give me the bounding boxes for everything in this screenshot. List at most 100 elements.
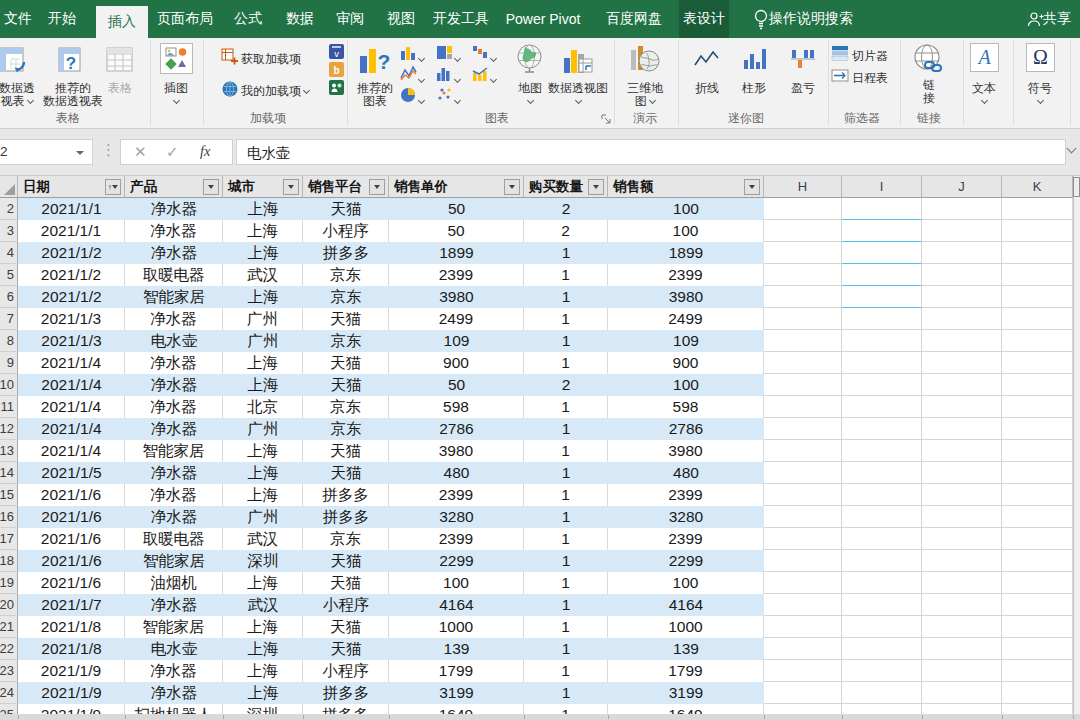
- cell[interactable]: 1: [524, 550, 608, 572]
- empty-cell[interactable]: [842, 682, 922, 704]
- cell[interactable]: 净水器: [125, 660, 223, 682]
- empty-cell[interactable]: [922, 528, 1002, 550]
- cell[interactable]: 天猫: [303, 572, 389, 594]
- cell[interactable]: 50: [389, 374, 524, 396]
- filter-button-销售额[interactable]: [744, 179, 760, 195]
- cell[interactable]: 上海: [223, 616, 303, 638]
- empty-cell[interactable]: [1002, 220, 1073, 242]
- cell[interactable]: 2021/1/3: [18, 330, 125, 352]
- cell[interactable]: 2299: [608, 550, 764, 572]
- cell[interactable]: 3280: [608, 506, 764, 528]
- cell[interactable]: 净水器: [125, 308, 223, 330]
- empty-cell[interactable]: [842, 418, 922, 440]
- bing-addin-icon[interactable]: b: [329, 62, 344, 81]
- empty-cell[interactable]: [764, 506, 842, 528]
- filter-button-购买数量[interactable]: [588, 179, 604, 195]
- empty-cell[interactable]: [922, 616, 1002, 638]
- cell[interactable]: 2021/1/6: [18, 484, 125, 506]
- link-button[interactable]: 链接: [917, 79, 941, 105]
- cell[interactable]: 上海: [223, 638, 303, 660]
- row-header-2[interactable]: 2: [0, 198, 18, 220]
- cell[interactable]: 109: [389, 330, 524, 352]
- filter-button-销售平台[interactable]: [369, 179, 385, 195]
- cell[interactable]: 480: [389, 462, 524, 484]
- cell[interactable]: 3199: [608, 682, 764, 704]
- cell[interactable]: 天猫: [303, 550, 389, 572]
- cell[interactable]: 2399: [608, 484, 764, 506]
- people-graph-addin-icon[interactable]: [329, 80, 344, 99]
- cell[interactable]: 2021/1/4: [18, 396, 125, 418]
- empty-cell[interactable]: [922, 198, 1002, 220]
- cell[interactable]: 小程序: [303, 594, 389, 616]
- insert-hierarchy-chart-icon[interactable]: [436, 44, 453, 65]
- empty-cell[interactable]: [764, 374, 842, 396]
- empty-cell[interactable]: [764, 550, 842, 572]
- empty-cell[interactable]: [842, 264, 922, 286]
- column-header-I[interactable]: I: [842, 176, 922, 198]
- symbols-button[interactable]: 符号: [1017, 82, 1063, 108]
- empty-cell[interactable]: [922, 506, 1002, 528]
- empty-cell[interactable]: [764, 264, 842, 286]
- cell[interactable]: 4164: [389, 594, 524, 616]
- empty-cell[interactable]: [842, 374, 922, 396]
- empty-cell[interactable]: [764, 660, 842, 682]
- empty-cell[interactable]: [922, 286, 1002, 308]
- cell[interactable]: 电水壶: [125, 638, 223, 660]
- empty-cell[interactable]: [922, 550, 1002, 572]
- cell[interactable]: 1: [524, 484, 608, 506]
- cell[interactable]: 净水器: [125, 396, 223, 418]
- empty-cell[interactable]: [1002, 506, 1073, 528]
- tab-Power Pivot[interactable]: Power Pivot: [499, 0, 587, 38]
- empty-cell[interactable]: [922, 352, 1002, 374]
- row-header-18[interactable]: 18: [0, 550, 18, 572]
- tab-开始[interactable]: 开始: [42, 0, 82, 38]
- name-box[interactable]: A2: [0, 139, 93, 165]
- cell[interactable]: 天猫: [303, 440, 389, 462]
- cell[interactable]: 2399: [608, 264, 764, 286]
- share-button[interactable]: 共享: [1042, 0, 1072, 38]
- cell[interactable]: 天猫: [303, 638, 389, 660]
- cell[interactable]: 拼多多: [303, 484, 389, 506]
- cell[interactable]: 598: [389, 396, 524, 418]
- tab-开发工具[interactable]: 开发工具: [429, 0, 493, 38]
- cell[interactable]: 3980: [608, 440, 764, 462]
- empty-cell[interactable]: [764, 594, 842, 616]
- empty-cell[interactable]: [922, 330, 1002, 352]
- empty-cell[interactable]: [842, 462, 922, 484]
- cell[interactable]: 小程序: [303, 220, 389, 242]
- empty-cell[interactable]: [764, 220, 842, 242]
- cell[interactable]: 上海: [223, 374, 303, 396]
- illustrations-button[interactable]: 插图: [153, 82, 199, 108]
- cell[interactable]: 京东: [303, 396, 389, 418]
- cell[interactable]: 天猫: [303, 198, 389, 220]
- cell[interactable]: 北京: [223, 396, 303, 418]
- empty-cell[interactable]: [764, 682, 842, 704]
- cell[interactable]: 净水器: [125, 594, 223, 616]
- name-box-dropdown-icon[interactable]: [76, 151, 84, 155]
- get-addins-button[interactable]: 获取加载项: [241, 51, 301, 68]
- cell[interactable]: 1000: [608, 616, 764, 638]
- cell[interactable]: 净水器: [125, 242, 223, 264]
- cell[interactable]: 2021/1/8: [18, 616, 125, 638]
- empty-cell[interactable]: [764, 418, 842, 440]
- empty-cell[interactable]: [1002, 550, 1073, 572]
- empty-cell[interactable]: [1002, 616, 1073, 638]
- empty-cell[interactable]: [842, 528, 922, 550]
- cell[interactable]: 天猫: [303, 352, 389, 374]
- cell[interactable]: 电水壶: [125, 330, 223, 352]
- tab-视图[interactable]: 视图: [379, 0, 423, 38]
- cell[interactable]: 拼多多: [303, 242, 389, 264]
- row-header-21[interactable]: 21: [0, 616, 18, 638]
- empty-cell[interactable]: [764, 396, 842, 418]
- cell[interactable]: 900: [608, 352, 764, 374]
- empty-cell[interactable]: [922, 396, 1002, 418]
- cell[interactable]: 2: [524, 374, 608, 396]
- cell[interactable]: 3280: [389, 506, 524, 528]
- empty-cell[interactable]: [922, 462, 1002, 484]
- row-header-13[interactable]: 13: [0, 440, 18, 462]
- cell[interactable]: 2399: [608, 528, 764, 550]
- empty-cell[interactable]: [1002, 286, 1073, 308]
- empty-cell[interactable]: [764, 572, 842, 594]
- cell[interactable]: 净水器: [125, 198, 223, 220]
- empty-cell[interactable]: [764, 286, 842, 308]
